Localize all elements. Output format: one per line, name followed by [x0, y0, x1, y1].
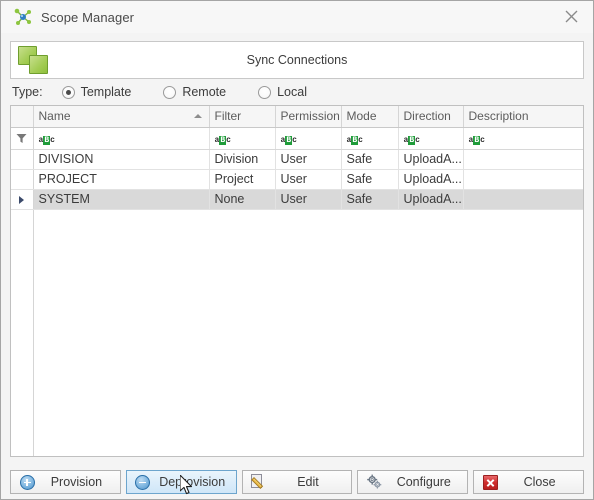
column-header-name[interactable]: Name: [33, 106, 210, 128]
window-close-button[interactable]: [549, 1, 593, 32]
table-header: Name Filter Permission Mode Direction De…: [11, 106, 583, 128]
row-indicator: [11, 169, 34, 190]
filter-cell-filter[interactable]: aBc: [209, 127, 276, 150]
cell-filter[interactable]: None: [209, 189, 276, 210]
abc-filter-icon: aBc: [346, 135, 363, 145]
column-header-direction[interactable]: Direction: [398, 106, 464, 128]
radio-template-dot[interactable]: [61, 85, 75, 99]
pencil-page-icon: [248, 473, 270, 491]
column-header-mode[interactable]: Mode: [341, 106, 399, 128]
close-button[interactable]: Close: [473, 470, 584, 494]
cell-filter[interactable]: Project: [209, 169, 276, 190]
cell-direction[interactable]: UploadA...: [398, 169, 464, 190]
radio-remote-dot[interactable]: [163, 85, 177, 99]
edit-button[interactable]: Edit: [241, 470, 353, 494]
filter-row[interactable]: aBc aBc aBc aBc aBc aBc: [11, 127, 583, 150]
cell-name[interactable]: PROJECT: [33, 169, 210, 190]
grid-empty-area: [11, 209, 583, 456]
filter-cell-direction[interactable]: aBc: [398, 127, 464, 150]
scope-network-icon: [13, 7, 33, 27]
cell-mode[interactable]: Safe: [341, 189, 399, 210]
radio-local[interactable]: Local: [258, 85, 307, 99]
cell-direction[interactable]: UploadA...: [398, 189, 464, 210]
window-content: Sync Connections Type: Template Remote L…: [1, 33, 593, 465]
sync-connections-label: Sync Connections: [246, 53, 348, 67]
radio-remote[interactable]: Remote: [163, 85, 226, 99]
cell-mode[interactable]: Safe: [341, 169, 399, 190]
table-row[interactable]: DIVISION Division User Safe UploadA...: [11, 149, 583, 170]
cell-name[interactable]: SYSTEM: [33, 189, 210, 210]
cell-direction[interactable]: UploadA...: [398, 149, 464, 170]
configure-button[interactable]: Configure: [357, 470, 469, 494]
filter-funnel-icon: [16, 134, 27, 144]
cell-filter[interactable]: Division: [209, 149, 276, 170]
filter-cell-permission[interactable]: aBc: [275, 127, 342, 150]
plus-circle-icon: [16, 473, 38, 491]
gears-icon: [363, 473, 385, 491]
radio-template-label: Template: [80, 85, 132, 99]
cell-permission[interactable]: User: [275, 169, 342, 190]
column-header-filter[interactable]: Filter: [209, 106, 276, 128]
row-indicator: [11, 149, 34, 170]
configure-button-label: Configure: [396, 475, 451, 489]
sort-ascending-icon: [193, 114, 202, 118]
abc-filter-icon: aBc: [468, 135, 485, 145]
provision-button-label: Provision: [50, 475, 103, 489]
abc-filter-icon: aBc: [38, 135, 55, 145]
abc-filter-icon: aBc: [280, 135, 297, 145]
row-indicator-header: [11, 106, 34, 128]
type-selector: Type: Template Remote Local: [10, 79, 584, 105]
two-green-squares-icon: [18, 45, 52, 75]
footer-button-bar: Provision Deprovision Edit Configure Clo…: [1, 465, 593, 499]
filter-cell-mode[interactable]: aBc: [341, 127, 399, 150]
table-row[interactable]: PROJECT Project User Safe UploadA...: [11, 169, 583, 190]
cell-description[interactable]: [463, 169, 583, 190]
row-indicator: [11, 189, 34, 210]
deprovision-button[interactable]: Deprovision: [125, 470, 237, 494]
provision-button[interactable]: Provision: [10, 470, 121, 494]
close-button-label: Close: [523, 475, 556, 489]
scopes-table: Name Filter Permission Mode Direction De…: [11, 106, 583, 210]
radio-local-dot[interactable]: [258, 85, 272, 99]
column-header-description[interactable]: Description: [463, 106, 583, 128]
cell-permission[interactable]: User: [275, 189, 342, 210]
radio-remote-label: Remote: [182, 85, 227, 99]
cell-description[interactable]: [463, 149, 583, 170]
column-header-name-label: Name: [38, 109, 71, 124]
type-label: Type:: [12, 85, 43, 99]
red-x-icon: [479, 473, 501, 491]
filter-cell-description[interactable]: aBc: [463, 127, 583, 150]
table-row-selected[interactable]: SYSTEM None User Safe UploadA...: [11, 189, 583, 210]
current-row-arrow-icon: [19, 195, 25, 204]
filter-row-body: aBc aBc aBc aBc aBc aBc: [11, 127, 583, 150]
table-body: DIVISION Division User Safe UploadA... P…: [11, 149, 583, 210]
scope-manager-window: Scope Manager Sync Connections Type: Tem…: [0, 0, 594, 500]
column-header-permission[interactable]: Permission: [275, 106, 342, 128]
scopes-grid[interactable]: Name Filter Permission Mode Direction De…: [10, 105, 584, 457]
deprovision-button-label: Deprovision: [159, 475, 226, 489]
abc-filter-icon: aBc: [403, 135, 420, 145]
cell-permission[interactable]: User: [275, 149, 342, 170]
radio-local-label: Local: [277, 85, 307, 99]
minus-circle-icon: [132, 473, 154, 491]
filter-funnel-cell[interactable]: [11, 127, 34, 150]
abc-filter-icon: aBc: [214, 135, 231, 145]
cell-name[interactable]: DIVISION: [33, 149, 210, 170]
radio-template[interactable]: Template: [61, 85, 132, 99]
cell-mode[interactable]: Safe: [341, 149, 399, 170]
title-bar: Scope Manager: [1, 1, 593, 33]
close-icon: [565, 10, 577, 23]
window-title: Scope Manager: [41, 9, 135, 25]
cell-description[interactable]: [463, 189, 583, 210]
sync-connections-button[interactable]: Sync Connections: [10, 41, 584, 79]
filter-cell-name[interactable]: aBc: [33, 127, 210, 150]
edit-button-label: Edit: [297, 475, 319, 489]
